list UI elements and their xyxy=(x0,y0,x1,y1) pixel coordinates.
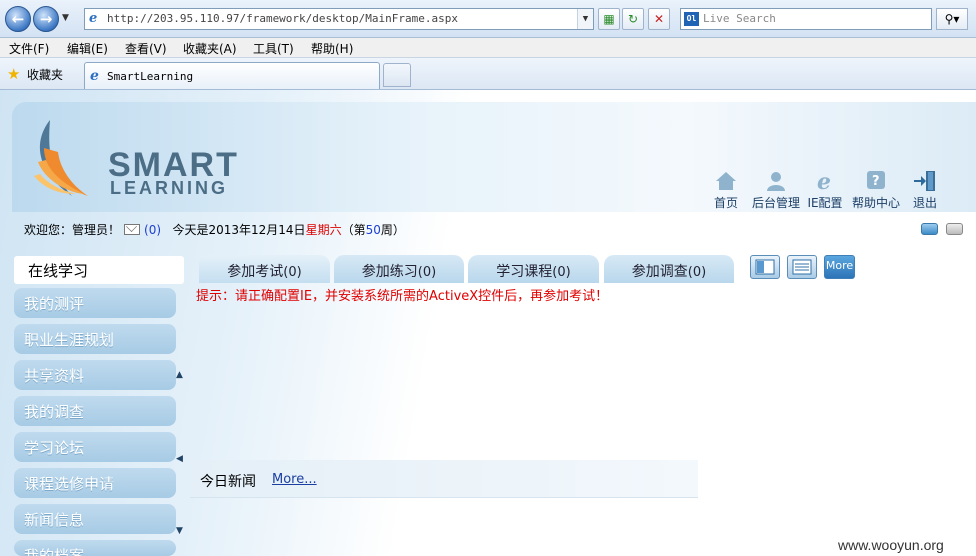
live-search-icon: Ol xyxy=(684,12,699,26)
tab-take-exam-count: (0) xyxy=(283,265,302,280)
url-dropdown-icon[interactable]: ▼ xyxy=(577,9,593,29)
menu-view[interactable]: 查看(V) xyxy=(125,40,167,57)
search-placeholder: Live Search xyxy=(703,12,776,25)
week-suffix: 周） xyxy=(380,223,405,237)
watermark: www.wooyun.org xyxy=(838,537,944,553)
tab-survey-label: 参加调查 xyxy=(631,264,688,280)
sidebar-item-shared-materials[interactable]: 共享资料 xyxy=(14,360,176,390)
theme-toggle-button[interactable] xyxy=(946,223,963,235)
favorites-button[interactable]: 收藏夹 xyxy=(27,66,63,83)
tab-courses[interactable]: 学习课程(0) xyxy=(468,255,599,283)
scroll-down-icon[interactable]: ▼ xyxy=(176,526,183,536)
help-icon: ? xyxy=(867,171,885,189)
tab-take-exam-label: 参加考试 xyxy=(227,264,284,280)
logo-text-learning: LEARNING xyxy=(110,178,228,198)
greeting-text: 欢迎您：管理员！ xyxy=(24,223,121,237)
sidebar-item-my-profile[interactable]: 我的档案 xyxy=(14,540,176,556)
url-text: http://203.95.110.97/framework/desktop/M… xyxy=(107,12,458,25)
sidebar-item-my-survey[interactable]: 我的调查 xyxy=(14,396,176,426)
tab-survey[interactable]: 参加调查(0) xyxy=(604,255,734,283)
split-view-icon xyxy=(755,259,775,275)
menu-help[interactable]: 帮助(H) xyxy=(311,40,353,57)
sidebar-item-my-assessment[interactable]: 我的测评 xyxy=(14,288,176,318)
news-section: 今日新闻 More... xyxy=(190,460,698,498)
tab-practice[interactable]: 参加练习(0) xyxy=(334,255,464,283)
star-icon[interactable]: ★ xyxy=(7,65,20,83)
tab-practice-count: (0) xyxy=(417,265,437,280)
menu-file[interactable]: 文件(F) xyxy=(9,40,49,57)
ie-icon: e xyxy=(817,170,831,192)
search-input[interactable]: Ol Live Search xyxy=(680,8,932,30)
mail-count[interactable]: (0) xyxy=(144,223,161,237)
new-tab-button[interactable] xyxy=(383,63,411,87)
svg-text:?: ? xyxy=(872,174,880,189)
page-content: SMART LEARNING 首页 后台管理 e IE配置 ? 帮助中心 退出 … xyxy=(0,90,976,556)
admin-user-icon xyxy=(767,172,785,191)
nav-help[interactable]: ? 帮助中心 xyxy=(851,170,901,211)
tab-survey-count: (0) xyxy=(687,265,707,280)
tab-courses-count: (0) xyxy=(552,265,571,280)
nav-admin-label: 后台管理 xyxy=(751,196,800,210)
nav-home-label: 首页 xyxy=(713,196,738,210)
logo-wing-icon xyxy=(34,120,88,196)
browser-tab-title: SmartLearning xyxy=(107,70,194,83)
tab-practice-label: 参加练习 xyxy=(361,264,418,280)
week-prefix: （第 xyxy=(341,223,366,237)
sidebar-scrollbar[interactable]: ▲ ◀ ▼ xyxy=(176,242,184,542)
nav-exit-label: 退出 xyxy=(912,196,937,210)
home-icon xyxy=(716,172,736,190)
nav-ie-config-label: IE配置 xyxy=(807,196,843,210)
menu-favorites[interactable]: 收藏夹(A) xyxy=(183,40,237,57)
week-number: 50 xyxy=(365,223,381,237)
exit-icon xyxy=(914,171,935,191)
sidebar-header[interactable]: 在线学习 xyxy=(14,256,184,284)
history-dropdown-icon[interactable]: ▼ xyxy=(62,13,69,23)
split-view-button[interactable] xyxy=(750,255,780,279)
address-toolbar: ← → ▼ e http://203.95.110.97/framework/d… xyxy=(0,0,976,38)
ie-page-icon: e xyxy=(89,11,98,26)
menu-edit[interactable]: 编辑(E) xyxy=(67,40,108,57)
forward-button[interactable]: → xyxy=(33,6,59,32)
sidebar-item-course-application[interactable]: 课程选修申请 xyxy=(14,468,176,498)
back-button[interactable]: ← xyxy=(5,6,31,32)
scroll-up-icon[interactable]: ▲ xyxy=(176,370,183,380)
compatibility-button[interactable]: ▦ xyxy=(598,8,620,30)
svg-text:e: e xyxy=(817,170,831,192)
sidebar: 在线学习 我的测评 职业生涯规划 共享资料 我的调查 学习论坛 课程选修申请 新… xyxy=(12,242,188,556)
nav-admin[interactable]: 后台管理 xyxy=(751,170,801,211)
search-button[interactable]: ⚲▾ xyxy=(936,8,968,30)
sidebar-item-news[interactable]: 新闻信息 xyxy=(14,504,176,534)
welcome-bar: 欢迎您：管理员！ (0) 今天是2013年12月14日星期六（第50周） xyxy=(24,221,405,238)
layout-toggle-button[interactable] xyxy=(921,223,938,235)
news-more-link[interactable]: More... xyxy=(272,472,317,487)
date-text: 今天是2013年12月14日 xyxy=(172,223,306,237)
nav-ie-config[interactable]: e IE配置 xyxy=(807,170,843,211)
browser-tab[interactable]: e SmartLearning xyxy=(84,62,380,89)
stop-button[interactable]: ✕ xyxy=(648,8,670,30)
weekday-text: 星期六 xyxy=(305,223,342,237)
mail-icon[interactable] xyxy=(124,224,141,235)
tab-courses-label: 学习课程 xyxy=(496,264,553,280)
sidebar-item-forum[interactable]: 学习论坛 xyxy=(14,432,176,462)
list-view-icon xyxy=(792,259,812,275)
menu-bar: 文件(F) 编辑(E) 查看(V) 收藏夹(A) 工具(T) 帮助(H) xyxy=(0,38,976,58)
more-button[interactable]: More xyxy=(824,255,855,279)
nav-home[interactable]: 首页 xyxy=(711,170,741,211)
nav-exit[interactable]: 退出 xyxy=(910,170,940,211)
nav-help-label: 帮助中心 xyxy=(851,196,900,210)
menu-tools[interactable]: 工具(T) xyxy=(253,40,294,57)
collapse-sidebar-icon[interactable]: ◀ xyxy=(176,454,183,464)
sidebar-item-career-planning[interactable]: 职业生涯规划 xyxy=(14,324,176,354)
ie-tab-icon: e xyxy=(90,68,99,84)
list-view-button[interactable] xyxy=(787,255,817,279)
ie-config-tip: 提示：请正确配置IE，并安装系统所需的ActiveX控件后，再参加考试！ xyxy=(196,289,609,304)
url-input[interactable]: e http://203.95.110.97/framework/desktop… xyxy=(84,8,594,30)
refresh-button[interactable]: ↻ xyxy=(622,8,644,30)
tab-take-exam[interactable]: 参加考试(0) xyxy=(199,255,330,283)
news-title: 今日新闻 xyxy=(200,474,256,490)
